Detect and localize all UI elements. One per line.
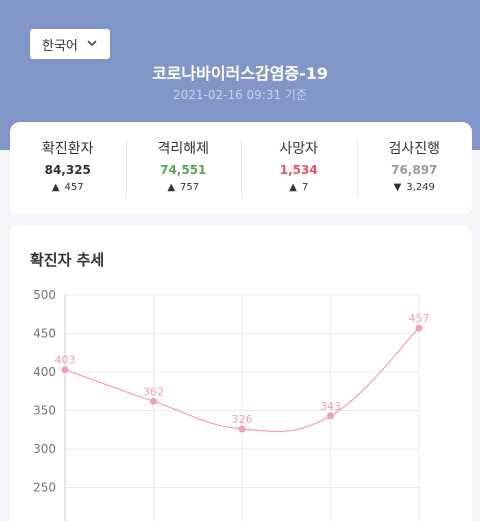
data-label: 457	[409, 312, 430, 325]
data-point	[238, 425, 246, 433]
y-tick-label: 250	[33, 481, 56, 495]
data-point	[61, 366, 69, 374]
trend-line-chart: 250 300 350 400 450 500 403 362 326 343 457	[33, 288, 430, 521]
y-tick-label: 450	[33, 327, 56, 341]
data-label: 343	[320, 400, 341, 413]
y-tick-label: 300	[33, 442, 56, 456]
data-label: 403	[55, 354, 76, 367]
y-tick-label: 500	[33, 288, 56, 302]
data-point	[415, 324, 423, 332]
data-label: 362	[143, 385, 164, 398]
data-label: 326	[232, 413, 253, 426]
y-tick-label: 350	[33, 404, 56, 418]
data-point	[327, 412, 334, 420]
y-tick-label: 400	[33, 365, 56, 379]
data-point	[150, 397, 157, 405]
